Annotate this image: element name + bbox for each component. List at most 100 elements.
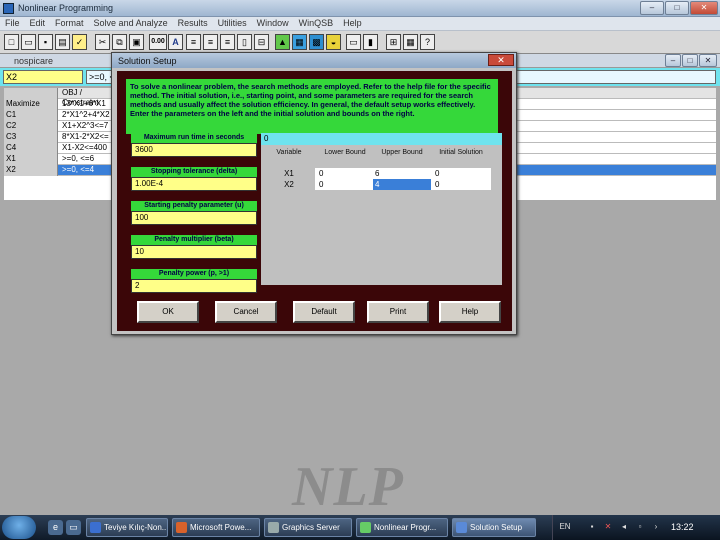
menu-edit[interactable]: Edit [25, 17, 51, 29]
graphics-server-icon [268, 522, 279, 533]
param-label-run-time: Maximum run time in seconds [131, 133, 257, 143]
print-icon[interactable]: ▤ [55, 34, 70, 50]
lower-bound-cell[interactable]: 0 [317, 179, 371, 190]
dialog-body: To solve a nonlinear problem, the search… [117, 71, 512, 331]
row-label: C3 [4, 132, 58, 143]
align-center-icon[interactable]: ≡ [203, 34, 218, 50]
desktop-icon[interactable]: ▭ [66, 520, 81, 535]
menu-bar: File Edit Format Solve and Analyze Results Ut… [0, 17, 720, 31]
print-button[interactable]: Print [367, 301, 429, 323]
param-label-penalty-start: Starting penalty parameter (u) [131, 201, 257, 211]
menu-solve-and-analyze[interactable]: Solve and Analyze [89, 17, 173, 29]
powerpoint-icon [176, 522, 187, 533]
doc-maximize-button[interactable]: □ [682, 54, 698, 67]
tray-arrow-icon[interactable]: › [651, 522, 661, 532]
upper-bound-cell-selected[interactable]: 4 [373, 179, 431, 190]
menu-format[interactable]: Format [50, 17, 89, 29]
cut-icon[interactable]: ✂ [95, 34, 110, 50]
check-icon[interactable]: ✓ [72, 34, 87, 50]
row-label: Maximize [4, 99, 58, 110]
minimize-button[interactable]: – [640, 1, 664, 15]
doc-close-button[interactable]: ✕ [699, 54, 717, 67]
cancel-button[interactable]: Cancel [215, 301, 277, 323]
browser-icon[interactable]: e [48, 520, 63, 535]
close-button[interactable]: ✕ [690, 1, 718, 15]
param-input-penalty-start[interactable]: 100 [131, 211, 257, 225]
grid-header-cell [4, 88, 58, 99]
system-tray: EN ▪ ✕ ◂ ▫ › 13:22 [552, 515, 720, 540]
window-icon[interactable]: ▭ [346, 34, 361, 50]
help-button[interactable]: Help [439, 301, 501, 323]
param-input-penalty-multiplier[interactable]: 10 [131, 245, 257, 259]
new-file-icon[interactable]: □ [4, 34, 19, 50]
dialog-close-button[interactable]: ✕ [488, 54, 514, 66]
task-microsoft-powerpoint[interactable]: Microsoft Powe... [172, 518, 260, 537]
font-icon[interactable]: A [168, 34, 183, 50]
clock: 13:22 [671, 522, 694, 532]
dialog-title: Solution Setup [118, 56, 177, 66]
window-title: Nonlinear Programming [18, 3, 114, 13]
grid-icon[interactable]: ⊞ [386, 34, 401, 50]
winqsb-icon [360, 522, 371, 533]
default-button[interactable]: Default [293, 301, 355, 323]
initial-solution-cell[interactable]: 0 [433, 179, 489, 190]
chart-icon[interactable]: ◒ [326, 34, 341, 50]
number-format-icon[interactable]: 0.00 [149, 34, 167, 50]
calendar-icon[interactable]: ▦ [403, 34, 418, 50]
open-folder-icon[interactable]: ▭ [21, 34, 36, 50]
task-label: Teviye Kılıç-Non... [104, 523, 168, 532]
start-button[interactable] [2, 516, 36, 539]
row-height-icon[interactable]: ⊟ [254, 34, 269, 50]
nlp-watermark: NLP [292, 456, 404, 518]
bounds-cell-input[interactable]: 0 [261, 133, 502, 145]
app-icon [3, 3, 14, 14]
language-indicator[interactable]: EN [557, 522, 573, 532]
task-teviye-kilic[interactable]: Teviye Kılıç-Non... [86, 518, 168, 537]
align-right-icon[interactable]: ≡ [220, 34, 235, 50]
paste-icon[interactable]: ▣ [129, 34, 144, 50]
network-icon[interactable]: ▪ [587, 522, 597, 532]
ok-button[interactable]: OK [137, 301, 199, 323]
help-icon[interactable]: ? [420, 34, 435, 50]
solve-icon[interactable]: ▲ [275, 34, 290, 50]
info-text: To solve a nonlinear problem, the search… [126, 79, 498, 134]
task-nonlinear-programming[interactable]: Nonlinear Progr... [356, 518, 448, 537]
graph-icon[interactable]: ▩ [309, 34, 324, 50]
menu-window[interactable]: Window [252, 17, 294, 29]
param-label-penalty-multiplier: Penalty multiplier (beta) [131, 235, 257, 245]
initial-solution-cell[interactable]: 0 [433, 168, 489, 179]
param-input-run-time[interactable]: 3600 [131, 143, 257, 157]
menu-file[interactable]: File [0, 17, 25, 29]
doc-minimize-button[interactable]: – [665, 54, 681, 67]
maximize-button[interactable]: □ [665, 1, 689, 15]
align-left-icon[interactable]: ≡ [186, 34, 201, 50]
param-input-penalty-power[interactable]: 2 [131, 279, 257, 293]
tray-app-icon[interactable]: ▫ [635, 522, 645, 532]
upper-bound-cell[interactable]: 6 [373, 168, 431, 179]
copy-icon[interactable]: ⧉ [112, 34, 127, 50]
param-input-tolerance[interactable]: 1.00E-4 [131, 177, 257, 191]
bounds-panel: 0 Variable Lower Bound Upper Bound Initi… [261, 133, 502, 285]
menu-results[interactable]: Results [173, 17, 213, 29]
task-graphics-server[interactable]: Graphics Server [264, 518, 352, 537]
bar-chart-icon[interactable]: ▮ [363, 34, 378, 50]
volume-icon[interactable]: ◂ [619, 522, 629, 532]
table-row: X1 0 6 0 [261, 168, 491, 179]
column-header-initial-solution: Initial Solution [439, 149, 483, 156]
column-header-variable: Variable [276, 149, 302, 156]
word-icon [90, 522, 101, 533]
menu-utilities[interactable]: Utilities [213, 17, 252, 29]
row-label: X2 [4, 165, 58, 176]
task-solution-setup[interactable]: Solution Setup [452, 518, 536, 537]
analyze-icon[interactable]: ▦ [292, 34, 307, 50]
save-icon[interactable]: ▪ [38, 34, 53, 50]
menu-help[interactable]: Help [338, 17, 367, 29]
solution-setup-dialog: Solution Setup ✕ To solve a nonlinear pr… [111, 52, 517, 335]
task-label: Microsoft Powe... [190, 523, 252, 532]
column-width-icon[interactable]: ▯ [237, 34, 252, 50]
lower-bound-cell[interactable]: 0 [317, 168, 371, 179]
menu-winqsb[interactable]: WinQSB [294, 17, 339, 29]
dialog-icon [456, 522, 467, 533]
cell-reference: X2 [3, 70, 83, 84]
alert-icon[interactable]: ✕ [603, 522, 613, 532]
